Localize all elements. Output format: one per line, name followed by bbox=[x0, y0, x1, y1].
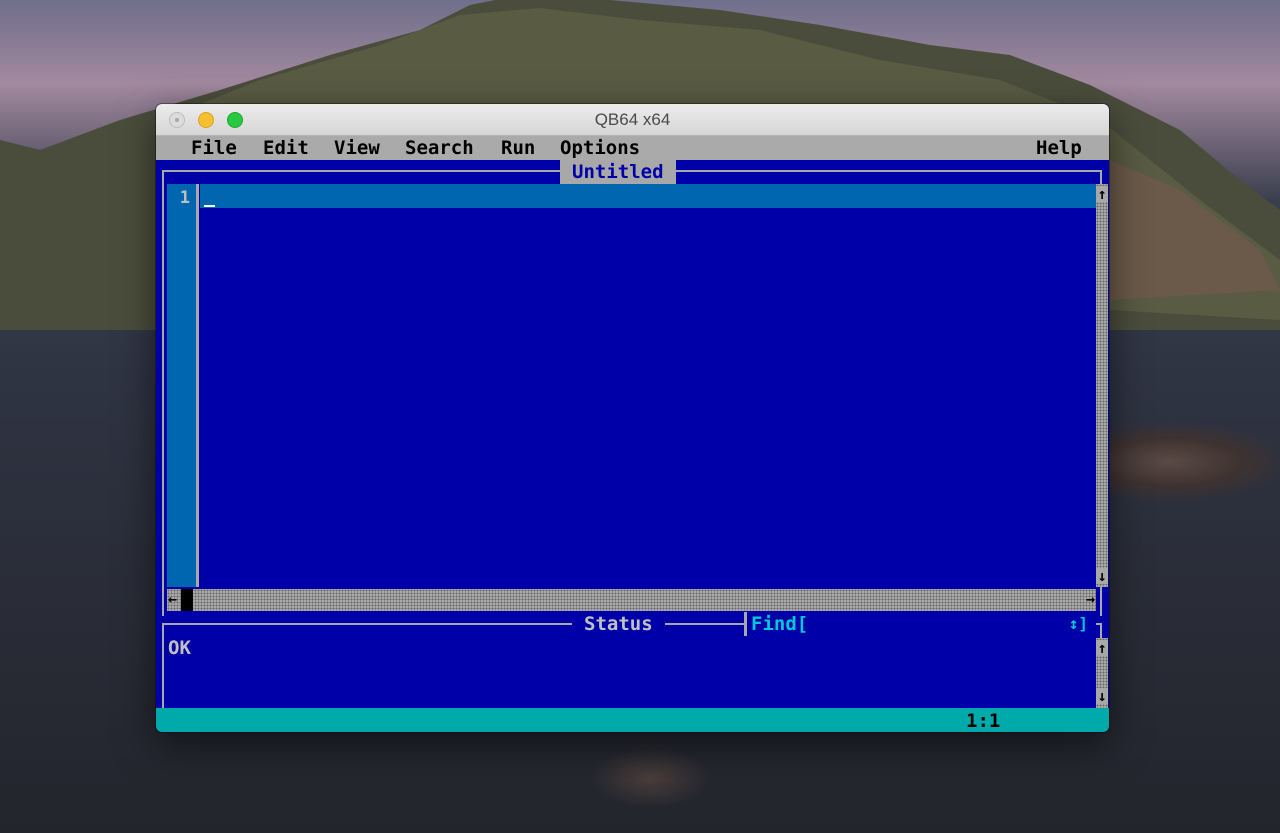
status-message: OK bbox=[168, 637, 191, 659]
scroll-up-arrow-icon[interactable]: ↑ bbox=[1096, 186, 1108, 202]
menu-edit[interactable]: Edit bbox=[263, 136, 309, 160]
menu-bar: File Edit View Search Run Options Help bbox=[156, 136, 1109, 160]
window-title: QB64 x64 bbox=[594, 110, 671, 129]
find-field[interactable]: Find[ ↕] bbox=[744, 612, 1096, 636]
editor-tab-title: Untitled bbox=[560, 160, 676, 184]
cursor-position: 1:1 bbox=[966, 710, 1001, 732]
text-cursor bbox=[204, 205, 215, 207]
menu-file[interactable]: File bbox=[191, 136, 237, 160]
find-label: Find[ bbox=[751, 613, 809, 635]
editor-horizontal-scrollbar[interactable]: ← → bbox=[167, 589, 1096, 611]
menu-options[interactable]: Options bbox=[560, 136, 640, 160]
status-vertical-scrollbar[interactable]: ↑ ↓ bbox=[1096, 638, 1108, 708]
scroll-down-arrow-icon[interactable]: ↓ bbox=[1096, 568, 1108, 584]
editor-vertical-scrollbar[interactable]: ↑ ↓ bbox=[1096, 184, 1108, 587]
horizontal-scroll-thumb[interactable] bbox=[181, 589, 193, 611]
menu-help[interactable]: Help bbox=[1036, 136, 1082, 160]
menu-view[interactable]: View bbox=[334, 136, 380, 160]
find-toggle-icon[interactable]: ↕] bbox=[1069, 612, 1088, 636]
editor-frame bbox=[162, 170, 1102, 616]
status-scroll-up-arrow-icon[interactable]: ↑ bbox=[1096, 640, 1108, 656]
status-scroll-down-arrow-icon[interactable]: ↓ bbox=[1096, 688, 1108, 704]
qb64-window: QB64 x64 File Edit View Search Run Optio… bbox=[156, 104, 1109, 732]
bottom-status-bar: 1:1 bbox=[156, 708, 1109, 732]
editor-current-line[interactable] bbox=[200, 184, 1097, 208]
menu-search[interactable]: Search bbox=[405, 136, 474, 160]
title-bar[interactable]: QB64 x64 bbox=[156, 104, 1109, 136]
line-number: 1 bbox=[179, 188, 190, 208]
menu-run[interactable]: Run bbox=[501, 136, 535, 160]
line-number-gutter: 1 bbox=[167, 184, 199, 587]
scroll-left-arrow-icon[interactable]: ← bbox=[168, 591, 177, 607]
scroll-right-arrow-icon[interactable]: → bbox=[1086, 591, 1095, 607]
status-label: Status bbox=[572, 612, 665, 636]
